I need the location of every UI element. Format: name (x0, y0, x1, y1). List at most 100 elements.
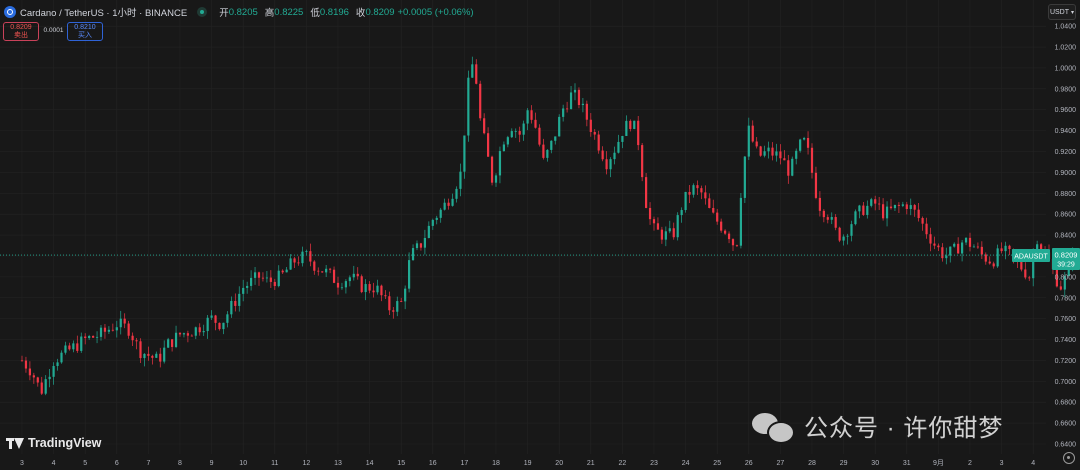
candle-body (550, 140, 553, 150)
candle-body (506, 137, 509, 145)
candle-body (186, 333, 189, 336)
candle-body (676, 215, 679, 238)
candle-body (617, 141, 620, 153)
candle-body (518, 131, 521, 135)
candle-body (68, 345, 71, 350)
time-axis[interactable]: 3 4 5 6 7 8 9 10 11 12 13 14 15 16 17 18 19 20 21 22 23 24 25 2… (20, 459, 1035, 467)
candle-body (305, 251, 308, 252)
y-tick-label: 0.6400 (1055, 442, 1077, 449)
candle-body (451, 198, 454, 206)
candle-body (648, 207, 652, 220)
candle-series (20, 56, 1074, 396)
candle-body (238, 293, 241, 306)
candle-body (684, 191, 687, 211)
candle-body (372, 290, 375, 293)
wechat-watermark: 公众号 · 许你甜梦 (752, 408, 1003, 444)
candle-body (724, 230, 727, 234)
candle-body (668, 228, 671, 232)
candle-body (633, 120, 636, 129)
candle-body (218, 322, 221, 330)
currency-select[interactable]: USDT ▾ (1048, 4, 1076, 20)
candle-body (1004, 245, 1007, 252)
candle-body (660, 229, 663, 240)
candle-body (708, 198, 711, 208)
candle-body (554, 136, 557, 141)
candle-body (321, 271, 324, 273)
candle-body (408, 260, 411, 289)
candle-body (123, 318, 126, 324)
price-axis[interactable]: 1.0400 1.0200 1.0000 0.9800 0.9600 0.9400 0.92… (1055, 24, 1077, 449)
candle-body (364, 284, 367, 293)
tradingview-logo[interactable]: TradingView (6, 436, 101, 450)
candle-body (210, 315, 213, 318)
market-open-icon (197, 7, 208, 17)
candle-body (806, 137, 810, 148)
candle-body (759, 146, 762, 156)
candle-body (696, 185, 699, 189)
candle-body (917, 209, 920, 219)
candle-body (641, 145, 644, 178)
candle-body (858, 205, 861, 212)
candlestick-chart[interactable]: 1.0400 1.0200 1.0000 0.9800 0.9600 0.9400 0.92… (0, 0, 1080, 470)
candle-body (1024, 269, 1027, 278)
candle-body (514, 131, 517, 132)
high-label: 高 (264, 8, 275, 19)
candle-body (743, 156, 746, 198)
candle-body (1028, 277, 1031, 279)
y-tick-label: 0.9400 (1055, 128, 1077, 135)
x-tick-label: 4 (1031, 460, 1035, 467)
candle-body (1059, 286, 1062, 290)
candle-body (329, 268, 332, 270)
candle-body (672, 228, 675, 238)
candle-body (779, 151, 782, 159)
candle-body (167, 339, 170, 348)
candle-body (577, 89, 581, 106)
x-tick-label: 25 (713, 460, 721, 467)
candle-body (265, 277, 268, 279)
symbol-title[interactable]: Cardano / TetherUS · 1小时 · BINANCE (20, 5, 187, 19)
candle-body (957, 243, 960, 254)
settings-icon[interactable] (1063, 452, 1075, 464)
candle-body (297, 262, 300, 264)
candle-body (609, 159, 612, 170)
y-tick-label: 0.8400 (1055, 233, 1077, 240)
candle-body (483, 118, 486, 134)
x-tick-label: 29 (840, 460, 848, 467)
candle-body (301, 251, 304, 264)
candle-body (253, 272, 257, 278)
candle-body (842, 236, 845, 241)
y-tick-label: 0.6600 (1055, 421, 1077, 428)
candle-body (498, 151, 502, 176)
candle-body (538, 127, 541, 145)
candle-body (751, 125, 754, 142)
buy-label: 买入 (78, 31, 92, 39)
candle-body (925, 223, 928, 235)
candle-body (135, 340, 138, 342)
candle-body (739, 197, 742, 246)
candle-body (147, 353, 150, 356)
candle-body (1000, 248, 1003, 252)
change-value: +0.0005 (+0.06%) (397, 6, 474, 18)
candle-body (704, 192, 707, 199)
buy-price: 0.8210 (74, 23, 96, 31)
candle-body (933, 243, 936, 246)
candle-body (40, 382, 43, 394)
x-tick-label: 3 (1000, 460, 1004, 467)
candle-body (273, 281, 276, 287)
candle-body (419, 243, 423, 248)
candle-body (336, 282, 340, 288)
candle-body (435, 217, 438, 220)
candle-body (84, 336, 87, 339)
buy-button[interactable]: 0.8210 买入 (67, 22, 103, 41)
candle-body (198, 327, 201, 333)
candle-body (735, 245, 739, 247)
x-tick-label: 28 (808, 460, 816, 467)
candle-body (487, 133, 490, 157)
candle-body (88, 336, 91, 339)
candle-body (28, 368, 31, 376)
candle-body (530, 110, 533, 120)
candle-body (862, 205, 865, 215)
candle-body (546, 149, 549, 158)
sell-button[interactable]: 0.8209 卖出 (3, 22, 39, 41)
candle-body (194, 327, 197, 336)
